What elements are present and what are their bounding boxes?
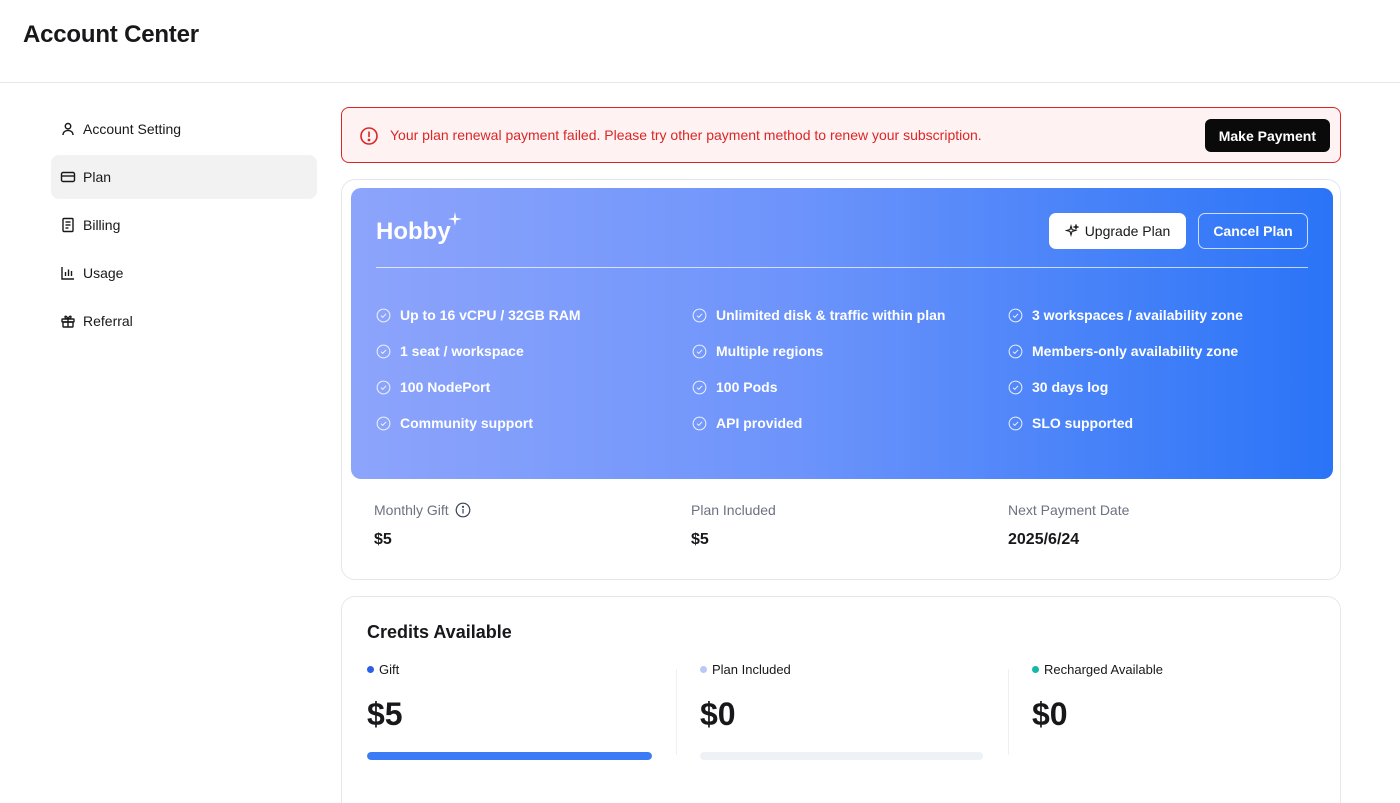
legend-dot <box>1032 665 1039 673</box>
cancel-plan-button[interactable]: Cancel Plan <box>1198 213 1308 249</box>
feature-item: 3 workspaces / availability zone <box>1008 305 1316 325</box>
credit-amount: $0 <box>700 696 736 732</box>
next-payment-label: Next Payment Date <box>1008 502 1130 518</box>
credit-progress-bar <box>700 752 983 760</box>
credit-label: Gift <box>379 661 400 677</box>
bar-chart-icon <box>60 265 76 281</box>
next-payment-stat: Next Payment Date 2025/6/24 <box>1008 501 1314 549</box>
plan-included-value: $5 <box>691 531 709 548</box>
check-circle-icon <box>692 380 707 394</box>
alert-circle-icon <box>359 126 379 146</box>
credit-amount: $5 <box>367 696 403 732</box>
plan-name: Hobby <box>376 218 451 245</box>
sidebar-item-plan[interactable]: Plan <box>51 155 317 199</box>
plan-included-stat: Plan Included $5 <box>691 501 1008 549</box>
sidebar-item-usage[interactable]: Usage <box>51 251 317 295</box>
credit-progress-bar <box>367 752 652 760</box>
upgrade-plan-button[interactable]: Upgrade Plan <box>1049 213 1186 249</box>
page-header: Account Center <box>0 0 1400 83</box>
check-circle-icon <box>1008 416 1023 430</box>
payment-failed-alert: Your plan renewal payment failed. Please… <box>341 107 1341 163</box>
check-circle-icon <box>376 344 391 358</box>
monthly-gift-value: $5 <box>374 531 392 548</box>
check-circle-icon <box>376 416 391 430</box>
plan-included-label: Plan Included <box>691 502 776 518</box>
info-icon[interactable] <box>455 502 471 518</box>
upgrade-plan-label: Upgrade Plan <box>1084 223 1171 239</box>
check-circle-icon <box>1008 380 1023 394</box>
credit-gift: Gift $5 <box>367 662 652 760</box>
gift-icon <box>60 313 76 329</box>
feature-item: Multiple regions <box>692 341 1008 361</box>
credits-card: Credits Available Gift $5 Plan Included … <box>341 596 1341 803</box>
credits-title: Credits Available <box>367 622 512 642</box>
hero-divider <box>376 267 1308 268</box>
sidebar-item-label: Referral <box>83 313 133 329</box>
credit-label: Plan Included <box>712 661 791 677</box>
sidebar-item-label: Usage <box>83 265 124 281</box>
plan-card: Hobby Upgrade Plan Cancel Plan Up to 16 … <box>341 179 1341 580</box>
alert-message: Your plan renewal payment failed. Please… <box>390 127 982 143</box>
check-circle-icon <box>692 416 707 430</box>
receipt-icon <box>60 217 76 233</box>
feature-item: 100 NodePort <box>376 377 692 397</box>
check-circle-icon <box>1008 308 1023 322</box>
monthly-gift-label: Monthly Gift <box>374 502 449 518</box>
page-title: Account Center <box>23 21 199 48</box>
next-payment-value: 2025/6/24 <box>1008 531 1080 548</box>
credit-plan-included: Plan Included $0 <box>700 662 983 760</box>
feature-item: 1 seat / workspace <box>376 341 692 361</box>
plan-stats: Monthly Gift $5 Plan Included $5 Next Pa… <box>374 501 1314 549</box>
column-divider <box>676 669 677 755</box>
feature-item: API provided <box>692 413 1008 433</box>
check-circle-icon <box>692 344 707 358</box>
feature-item: Members-only availability zone <box>1008 341 1316 361</box>
user-icon <box>60 121 76 137</box>
make-payment-button[interactable]: Make Payment <box>1204 119 1330 152</box>
feature-item: Up to 16 vCPU / 32GB RAM <box>376 305 692 325</box>
credit-recharged-available: Recharged Available $0 <box>1032 662 1317 733</box>
monthly-gift-stat: Monthly Gift $5 <box>374 501 691 549</box>
credit-progress-fill <box>367 752 652 760</box>
feature-item: Unlimited disk & traffic within plan <box>692 305 1008 325</box>
legend-dot <box>700 665 707 673</box>
plan-hero: Hobby Upgrade Plan Cancel Plan Up to 16 … <box>351 188 1333 479</box>
sidebar: Account Setting Plan Billing Usage Refer… <box>51 107 317 347</box>
column-divider <box>1008 669 1009 755</box>
sidebar-item-label: Account Setting <box>83 121 182 137</box>
legend-dot <box>367 665 374 673</box>
feature-item: Community support <box>376 413 692 433</box>
sidebar-item-billing[interactable]: Billing <box>51 203 317 247</box>
sparkles-icon <box>1064 224 1079 238</box>
feature-list: Up to 16 vCPU / 32GB RAM Unlimited disk … <box>376 305 1316 433</box>
sidebar-item-account-setting[interactable]: Account Setting <box>51 107 317 151</box>
credit-label: Recharged Available <box>1044 661 1164 677</box>
check-circle-icon <box>376 308 391 322</box>
check-circle-icon <box>692 308 707 322</box>
credit-amount: $0 <box>1032 696 1068 732</box>
sidebar-item-referral[interactable]: Referral <box>51 299 317 343</box>
feature-item: SLO supported <box>1008 413 1316 433</box>
check-circle-icon <box>376 380 391 394</box>
check-circle-icon <box>1008 344 1023 358</box>
feature-item: 100 Pods <box>692 377 1008 397</box>
feature-item: 30 days log <box>1008 377 1316 397</box>
credit-card-icon <box>60 169 76 185</box>
sparkle-icon <box>448 212 462 226</box>
sidebar-item-label: Plan <box>83 169 112 185</box>
sidebar-item-label: Billing <box>83 217 121 233</box>
